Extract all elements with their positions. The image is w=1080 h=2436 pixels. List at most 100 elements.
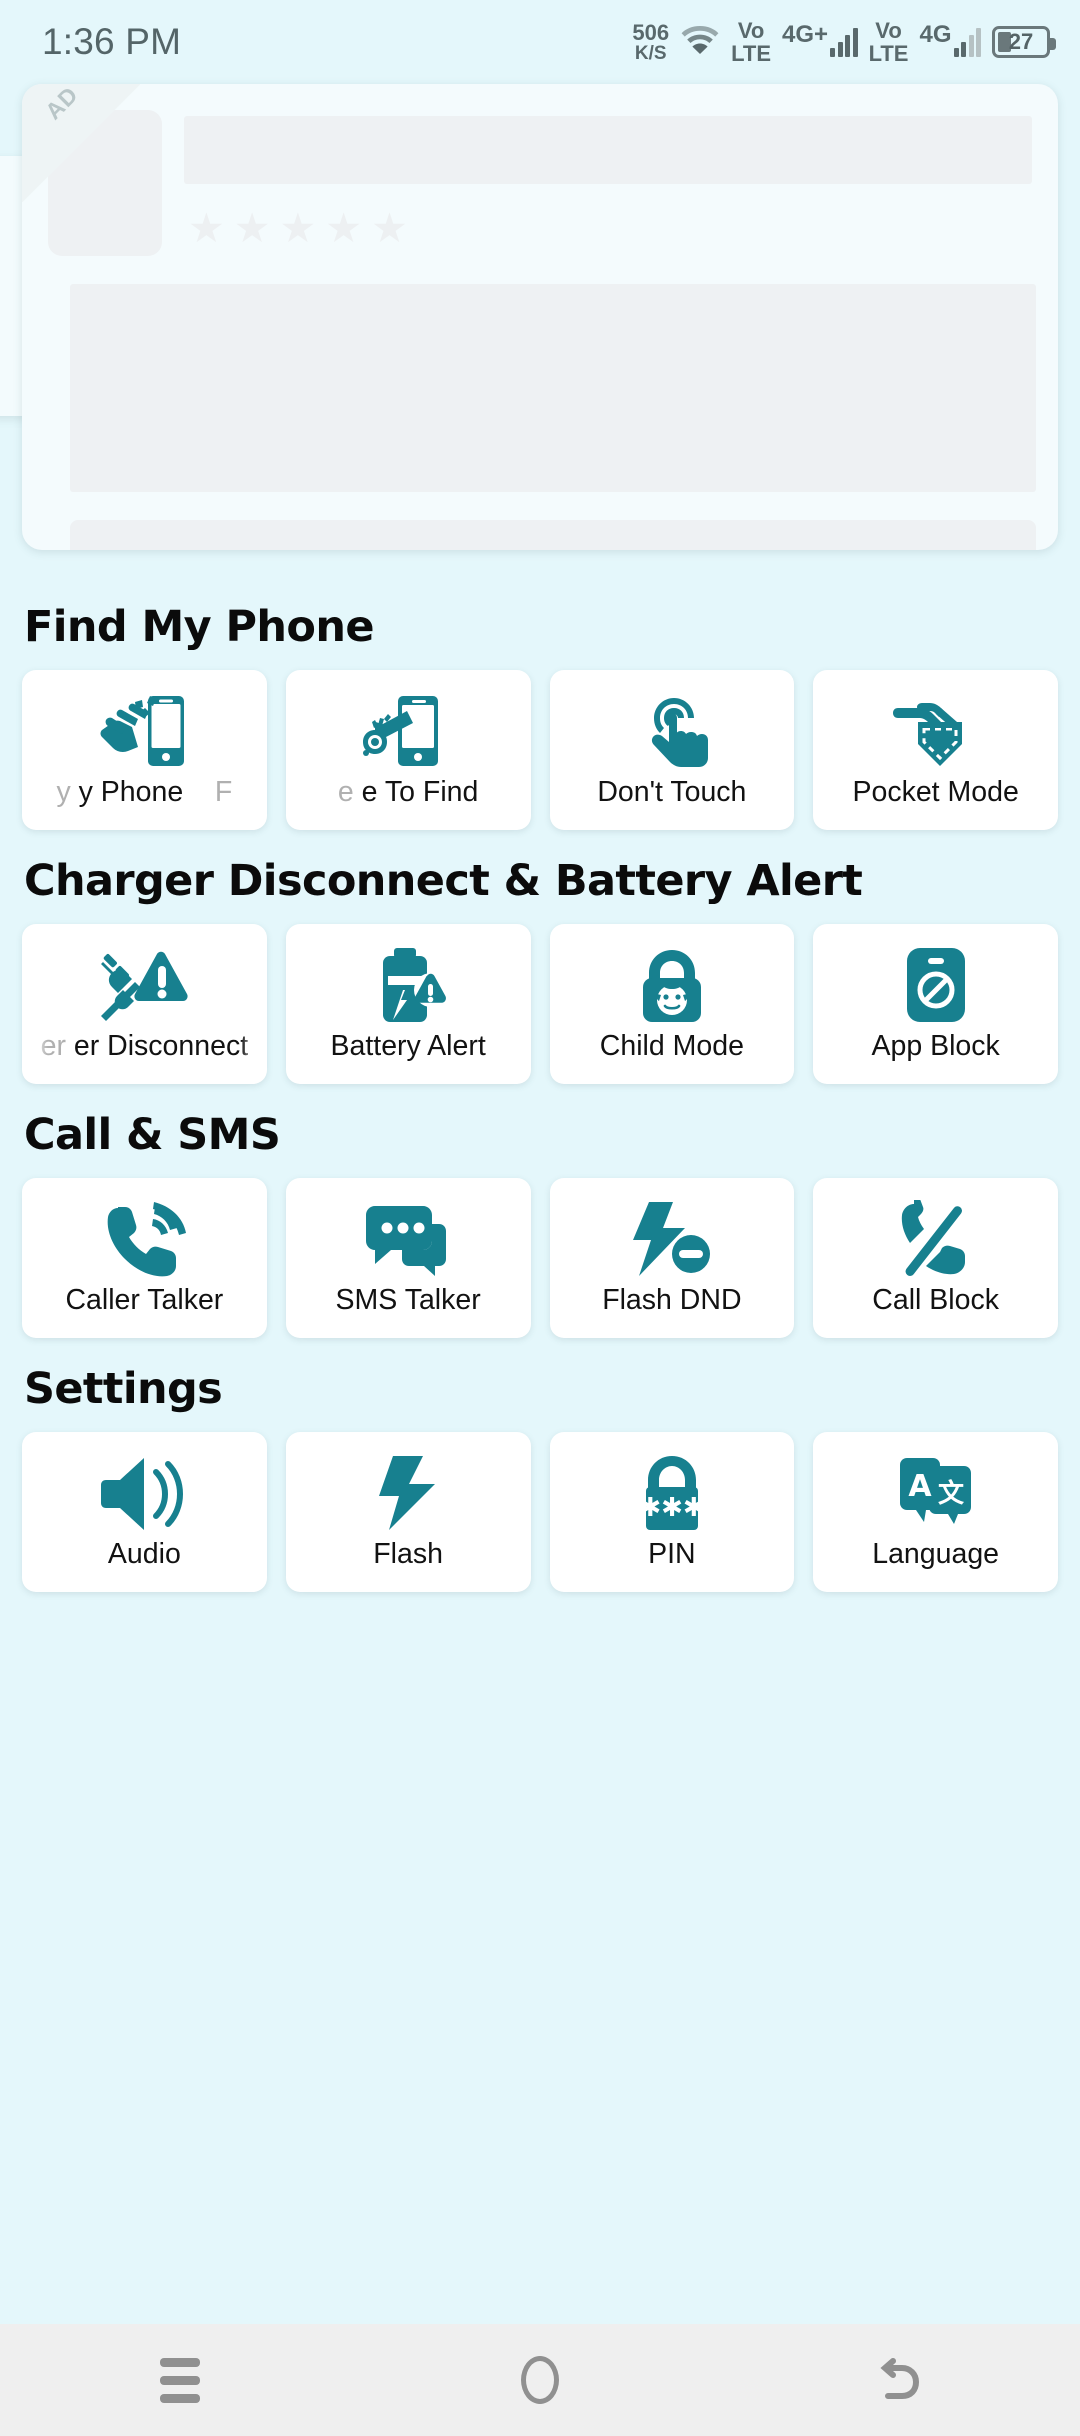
tile-child-mode[interactable]: Child Mode [549,924,795,1084]
ad-badge-label: AD [40,84,84,125]
touch-gesture-icon [628,689,716,773]
tile-charger-disconnect[interactable]: er er Disconnect [22,924,267,1084]
child-lock-icon [633,943,711,1027]
system-navigation-bar [0,2324,1080,2436]
marquee-fade-right [504,777,531,813]
tile-label: Flash DND [602,1284,742,1316]
network-speed-unit: K/S [634,42,667,64]
ad-header-row: ★ ★ ★ ★ ★ [48,110,1032,256]
tile-label: Pocket Mode [852,776,1019,808]
tile-clap-to-find-my-phone[interactable]: y y Phone F [22,670,267,830]
sim2-signal-bars-icon [953,27,981,57]
tile-flash-dnd[interactable]: Flash DND [549,1178,795,1338]
svg-text:✱✱✱: ✱✱✱ [639,1493,704,1523]
network-speed-value: 506 [632,19,670,45]
charger-warning-icon [99,943,189,1027]
star-icon: ★ [233,205,271,251]
hamburger-icon [160,2357,200,2403]
star-icon: ★ [188,205,225,251]
section-title-charger-battery: Charger Disconnect & Battery Alert [24,856,863,906]
status-clock: 1:36 PM [42,21,182,62]
tile-pocket-mode[interactable]: Pocket Mode [813,670,1058,830]
feature-grid-settings: Audio Flash ✱✱✱ PIN A 文 Language [22,1432,1058,1592]
translate-icon: A 文 [896,1451,976,1535]
sim2-volte-bottom: LTE [868,41,909,66]
sim1-volte-top: Vo [737,17,765,43]
status-icons: 506 K/S Vo LTE 4G+ Vo LTE 4G 27 [632,17,1056,66]
sim2-network-type: 4G [919,21,952,48]
back-arrow-icon [874,2352,926,2409]
tile-label: SMS Talker [335,1284,481,1316]
app-screen: 1:36 PM 506 K/S Vo LTE 4G+ Vo LTE 4G 27 … [0,0,1080,2436]
tile-label: Call Block [872,1284,999,1316]
nav-back-button[interactable] [825,2324,975,2436]
sim1-network-type: 4G+ [782,21,829,48]
tile-app-block[interactable]: App Block [813,924,1058,1084]
ad-rating-stars: ★ ★ ★ ★ ★ [184,208,1032,249]
battery-icon: 27 [992,26,1056,58]
marquee-fade-right [240,1031,267,1067]
svg-text:文: 文 [938,1478,965,1509]
speaker-icon [100,1451,188,1535]
tile-caller-talker[interactable]: Caller Talker [22,1178,267,1338]
ad-badge: AD [22,84,140,202]
status-bar: 1:36 PM 506 K/S Vo LTE 4G+ Vo LTE 4G 27 [0,0,1080,84]
feature-grid-call-sms: Caller Talker SMS Talker Flash DND Call … [22,1178,1058,1338]
tile-flash[interactable]: Flash [285,1432,531,1592]
marquee-fade-left [285,777,312,813]
lightning-icon [377,1451,439,1535]
section-title-call-sms: Call & SMS [24,1110,281,1160]
tile-call-block[interactable]: Call Block [813,1178,1058,1338]
sim1-volte-icon: Vo LTE [731,19,771,65]
marquee-fade-left [22,1031,48,1067]
tile-whistle-to-find[interactable]: e e To Find [285,670,531,830]
section-title-find-my-phone: Find My Phone [24,602,375,652]
ringing-phone-icon [102,1197,187,1281]
sim2-volte-top: Vo [875,17,902,43]
padlock-pin-icon: ✱✱✱ [636,1451,708,1535]
tile-label: Don't Touch [597,776,747,808]
feature-sections: Find My Phone y y Phone F e e To Find Do… [0,576,1080,2324]
flash-dnd-icon [629,1197,715,1281]
tile-language[interactable]: A 文 Language [813,1432,1058,1592]
sim1-signal-bars-icon [830,27,858,57]
tile-pin[interactable]: ✱✱✱ PIN [549,1432,795,1592]
star-icon: ★ [279,205,317,251]
ad-carousel[interactable]: AD ★ ★ ★ ★ ★ [0,84,1080,576]
network-speed-indicator: 506 K/S [632,19,670,64]
section-title-settings: Settings [24,1364,223,1414]
battery-alert-icon [369,943,448,1027]
tile-label: Audio [107,1538,181,1570]
tile-label: Flash [373,1538,443,1570]
battery-percent-label: 27 [1008,29,1034,54]
app-block-icon [901,943,971,1027]
tile-audio[interactable]: Audio [22,1432,267,1592]
sim1-signal-indicator: 4G+ [782,21,858,57]
sim1-volte-bottom: LTE [731,41,772,66]
tile-dont-touch[interactable]: Don't Touch [549,670,795,830]
marquee-fade-right [240,777,267,813]
wifi-icon [680,23,720,62]
tile-label: Language [872,1538,1000,1570]
tile-label: e e To Find [285,777,531,813]
tile-label: Caller Talker [65,1284,224,1316]
feature-grid-charger-battery: er er Disconnect Battery Alert Child Mod… [22,924,1058,1084]
nav-recents-button[interactable] [105,2324,255,2436]
ad-cta-placeholder[interactable] [70,520,1036,550]
chat-bubbles-icon [365,1197,451,1281]
ad-title-placeholder [184,116,1032,184]
tile-battery-alert[interactable]: Battery Alert [285,924,531,1084]
tile-sms-talker[interactable]: SMS Talker [285,1178,531,1338]
star-icon: ★ [371,205,408,251]
home-circle-icon [521,2356,559,2404]
marquee-fade-left [22,777,48,813]
pocket-icon [892,689,980,773]
ad-placeholder-card[interactable]: AD ★ ★ ★ ★ ★ [22,84,1058,550]
call-block-icon [894,1197,978,1281]
ad-media-placeholder [70,284,1036,492]
nav-home-button[interactable] [465,2324,615,2436]
tile-label: Battery Alert [330,1030,486,1062]
tile-label: Child Mode [599,1030,744,1062]
tile-label: PIN [648,1538,696,1570]
svg-text:A: A [908,1469,932,1504]
